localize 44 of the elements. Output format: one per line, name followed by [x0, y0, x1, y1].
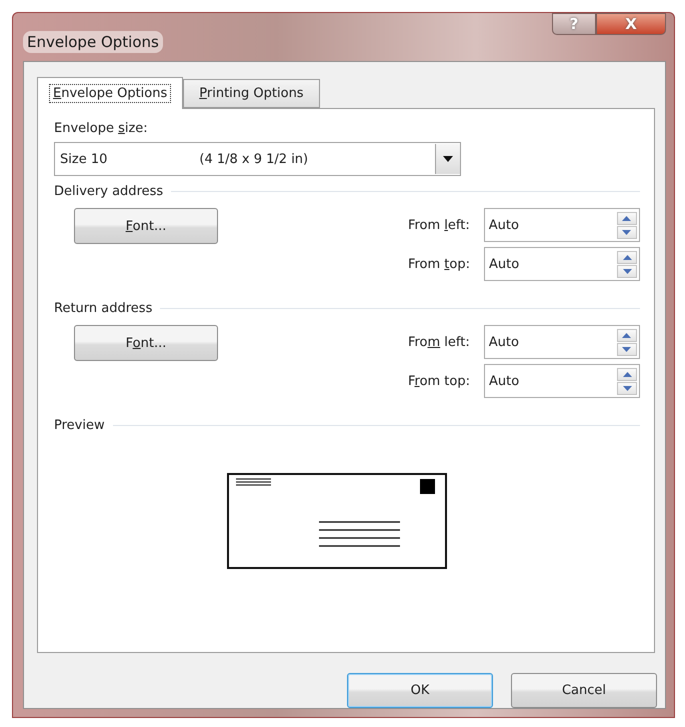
caret-up-icon	[622, 372, 632, 376]
value-field[interactable]: Auto	[484, 209, 615, 241]
up-arrow-button[interactable]	[616, 328, 637, 342]
caret-down-icon	[443, 156, 453, 162]
envelope-size-label: Envelope size:	[54, 121, 149, 136]
up-arrow-button[interactable]	[616, 212, 637, 224]
up-arrow-button[interactable]	[617, 250, 637, 264]
font-button[interactable]: Font...	[74, 325, 218, 361]
tab[interactable]: Envelope Options	[37, 77, 184, 109]
field-label: From top:	[408, 256, 470, 272]
caret-down-icon	[622, 268, 632, 274]
caret-up-icon	[622, 254, 632, 260]
window-title: Envelope Options	[23, 31, 163, 53]
caret-down-icon	[622, 346, 632, 352]
down-arrow-button[interactable]	[616, 342, 637, 356]
value-field[interactable]: Auto	[485, 248, 615, 280]
field-label: From top:	[408, 374, 470, 388]
field-label: From left:	[408, 334, 470, 350]
section-title: Preview	[54, 418, 105, 433]
spinner-control[interactable]: Auto	[484, 247, 640, 281]
caret-down-icon	[622, 386, 632, 390]
cancel-button[interactable]: Cancel	[511, 673, 657, 708]
caret-down-icon	[622, 230, 632, 234]
caret-up-icon	[622, 216, 632, 220]
spinner-control[interactable]: Auto	[484, 364, 640, 398]
dimensions-text: (4 1/8 x 9 1/2 in)	[199, 152, 308, 166]
dropdown-arrow-button[interactable]	[435, 144, 460, 174]
down-arrow-button[interactable]	[617, 382, 637, 394]
down-arrow-button[interactable]	[616, 226, 637, 238]
spinner-control[interactable]: Auto	[484, 325, 640, 359]
tab[interactable]: Printing Options	[183, 79, 320, 108]
caret-up-icon	[622, 332, 632, 338]
down-arrow-button[interactable]	[617, 264, 637, 278]
up-arrow-button[interactable]	[617, 368, 637, 380]
envelope-size-dropdown[interactable]: Size 10 (4 1/8 x 9 1/2 in)	[54, 142, 461, 176]
ok-button[interactable]: OK	[347, 673, 493, 708]
spinner-control[interactable]: Auto	[484, 208, 640, 242]
font-button[interactable]: Font...	[74, 208, 218, 244]
field-label: From left:	[408, 218, 470, 232]
value-field[interactable]: Auto	[484, 326, 615, 358]
section-title: Return address	[54, 301, 152, 316]
value-field[interactable]: Auto	[485, 365, 615, 397]
size-text: Size 10	[59, 152, 108, 166]
section-title: Delivery address	[54, 184, 164, 199]
